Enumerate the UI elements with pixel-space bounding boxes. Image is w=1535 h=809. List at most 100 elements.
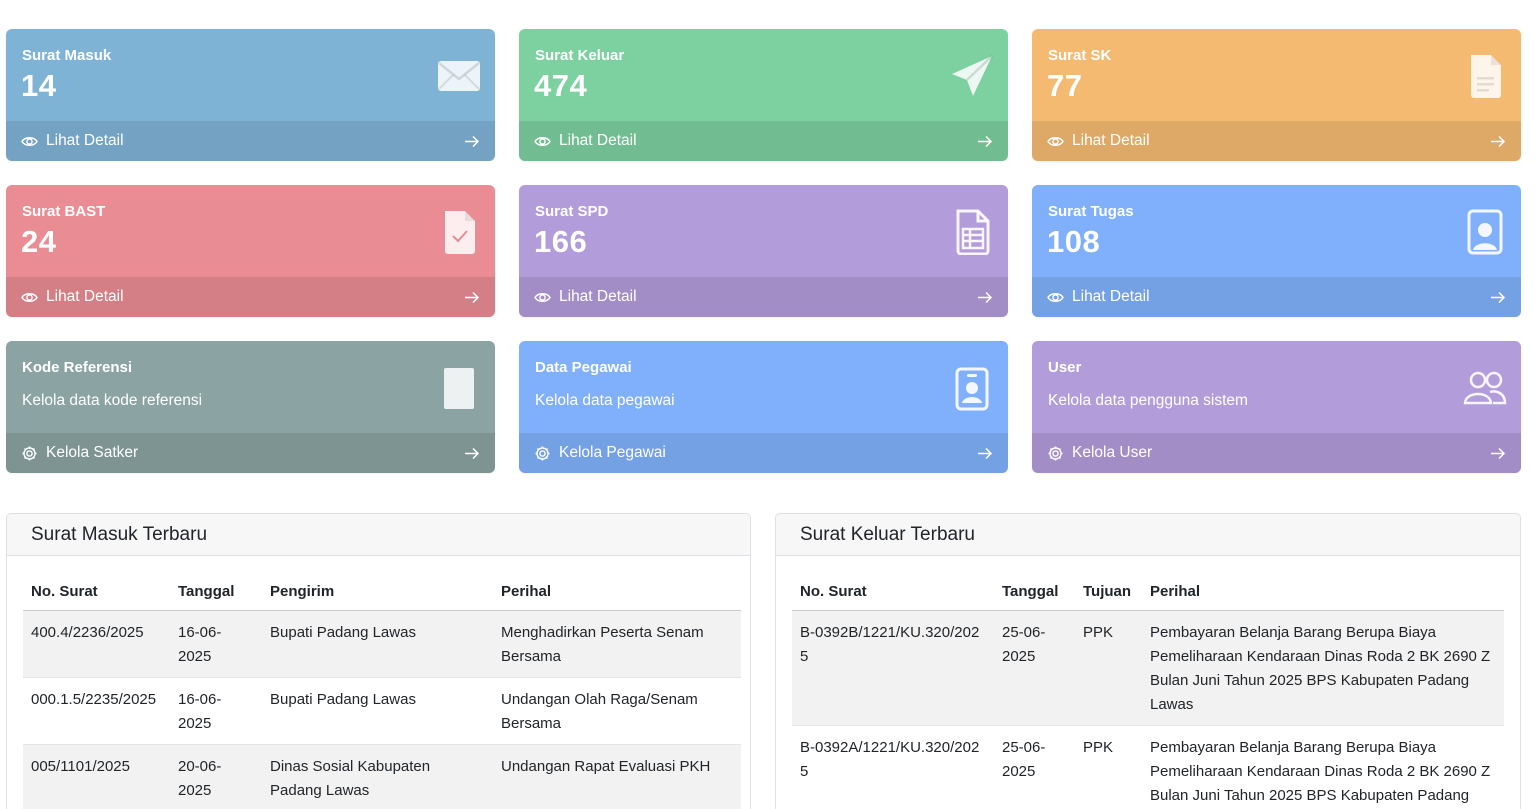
card-count: 166 xyxy=(534,224,588,259)
stat-card-surat-masuk: Surat Masuk 14 Lihat Detail xyxy=(6,29,495,161)
arrow-right-icon xyxy=(463,289,480,306)
letter-number-cell: B-0392A/1221/KU.320/2025 xyxy=(792,725,994,809)
eye-icon xyxy=(21,289,38,306)
incoming-letters-table: No. Surat Tanggal Pengirim Perihal 400.4… xyxy=(23,577,741,809)
sender-cell: Bupati Padang Lawas xyxy=(262,677,493,745)
column-header: Tanggal xyxy=(994,577,1075,611)
card-title: Surat SK xyxy=(1048,47,1112,64)
arrow-right-icon xyxy=(1489,445,1506,462)
card-footer-link[interactable]: Kelola User xyxy=(1032,433,1521,473)
table-header-row: No. Surat Tanggal Pengirim Perihal xyxy=(23,577,741,611)
card-footer-link[interactable]: Kelola Pegawai xyxy=(519,433,1008,473)
arrow-right-icon xyxy=(976,445,993,462)
file-person-icon xyxy=(1463,209,1507,255)
card-title: Surat Keluar xyxy=(535,47,625,64)
stat-card-surat-sk: Surat SK 77 Lihat Detail xyxy=(1032,29,1521,161)
card-footer-link[interactable]: Lihat Detail xyxy=(6,277,495,317)
column-header: Perihal xyxy=(493,577,741,611)
eye-icon xyxy=(534,133,551,150)
send-icon xyxy=(950,53,994,99)
card-footer-label: Lihat Detail xyxy=(1072,132,1150,149)
stat-card-surat-bast: Surat BAST 24 Lihat Detail xyxy=(6,185,495,317)
card-description: Kelola data kode referensi xyxy=(22,392,203,409)
subject-cell: Pembayaran Belanja Barang Berupa Biaya P… xyxy=(1142,725,1504,809)
gear-icon xyxy=(1047,445,1064,462)
card-footer-label: Lihat Detail xyxy=(46,132,124,149)
letter-number-cell: 005/1101/2025 xyxy=(23,744,170,809)
card-footer-label: Lihat Detail xyxy=(559,132,637,149)
card-footer-link[interactable]: Lihat Detail xyxy=(1032,121,1521,161)
card-title: Data Pegawai xyxy=(535,359,632,376)
table-row[interactable]: B-0392B/1221/KU.320/2025 25-06-2025 PPK … xyxy=(792,610,1504,726)
sender-cell: Dinas Sosial Kabupaten Padang Lawas xyxy=(262,744,493,809)
stat-card-user: User Kelola data pengguna sistem Kelola Us… xyxy=(1032,341,1521,473)
card-count: 14 xyxy=(21,68,57,103)
card-footer-link[interactable]: Lihat Detail xyxy=(6,121,495,161)
card-title: Surat Masuk xyxy=(22,47,112,64)
sender-cell: Bupati Padang Lawas xyxy=(262,610,493,678)
book-icon xyxy=(437,365,481,411)
file-spreadsheet-icon xyxy=(950,209,994,256)
stat-card-data-pegawai: Data Pegawai Kelola data pegawai Kelola Pe… xyxy=(519,341,1008,473)
subject-cell: Menghadirkan Peserta Senam Bersama xyxy=(493,610,741,678)
subject-cell: Pembayaran Belanja Barang Berupa Biaya P… xyxy=(1142,610,1504,726)
outgoing-letters-panel: Surat Keluar Terbaru No. Surat Tanggal T… xyxy=(775,513,1521,809)
stat-card-surat-tugas: Surat Tugas 108 Lihat Detail xyxy=(1032,185,1521,317)
card-title: User xyxy=(1048,359,1082,376)
stat-card-kode-referensi: Kode Referensi Kelola data kode referensi… xyxy=(6,341,495,473)
file-check-icon xyxy=(437,209,481,255)
arrow-right-icon xyxy=(463,445,480,462)
card-title: Surat Tugas xyxy=(1048,203,1134,220)
column-header: Tujuan xyxy=(1075,577,1142,611)
card-description: Kelola data pegawai xyxy=(535,392,675,409)
card-footer-link[interactable]: Kelola Satker xyxy=(6,433,495,473)
letter-number-cell: 400.4/2236/2025 xyxy=(23,610,170,678)
badge-icon xyxy=(950,365,994,411)
card-footer-label: Lihat Detail xyxy=(46,288,124,305)
card-footer-link[interactable]: Lihat Detail xyxy=(519,277,1008,317)
table-header-row: No. Surat Tanggal Tujuan Perihal xyxy=(792,577,1504,611)
card-count: 24 xyxy=(21,224,57,259)
card-body: Surat Keluar 474 xyxy=(519,29,1008,121)
card-count: 474 xyxy=(534,68,588,103)
card-count: 77 xyxy=(1047,68,1083,103)
card-body: Surat SK 77 xyxy=(1032,29,1521,121)
envelope-icon xyxy=(437,53,481,99)
eye-icon xyxy=(534,289,551,306)
gear-icon xyxy=(534,445,551,462)
card-footer-label: Kelola User xyxy=(1072,444,1153,461)
eye-icon xyxy=(21,133,38,150)
table-row[interactable]: B-0392A/1221/KU.320/2025 25-06-2025 PPK … xyxy=(792,725,1504,809)
date-cell: 20-06-2025 xyxy=(170,744,262,809)
arrow-right-icon xyxy=(976,289,993,306)
column-header: No. Surat xyxy=(792,577,994,611)
card-footer-link[interactable]: Lihat Detail xyxy=(519,121,1008,161)
subject-cell: Undangan Olah Raga/Senam Bersama xyxy=(493,677,741,745)
people-icon xyxy=(1463,365,1507,411)
recipient-cell: PPK xyxy=(1075,610,1142,726)
card-footer-label: Lihat Detail xyxy=(559,288,637,305)
table-row[interactable]: 005/1101/2025 20-06-2025 Dinas Sosial Ka… xyxy=(23,744,741,809)
stat-card-surat-keluar: Surat Keluar 474 Lihat Detail xyxy=(519,29,1008,161)
arrow-right-icon xyxy=(463,133,480,150)
date-cell: 25-06-2025 xyxy=(994,610,1075,726)
gear-icon xyxy=(21,445,38,462)
card-footer-label: Kelola Satker xyxy=(46,444,139,461)
date-cell: 25-06-2025 xyxy=(994,725,1075,809)
column-header: Perihal xyxy=(1142,577,1504,611)
column-header: Tanggal xyxy=(170,577,262,611)
card-description: Kelola data pengguna sistem xyxy=(1048,392,1248,409)
card-footer-label: Lihat Detail xyxy=(1072,288,1150,305)
card-footer-link[interactable]: Lihat Detail xyxy=(1032,277,1521,317)
column-header: Pengirim xyxy=(262,577,493,611)
arrow-right-icon xyxy=(1489,289,1506,306)
eye-icon xyxy=(1047,133,1064,150)
letter-number-cell: 000.1.5/2235/2025 xyxy=(23,677,170,745)
arrow-right-icon xyxy=(976,133,993,150)
table-row[interactable]: 400.4/2236/2025 16-06-2025 Bupati Padang… xyxy=(23,610,741,678)
card-title: Surat SPD xyxy=(535,203,609,220)
card-count: 108 xyxy=(1047,224,1101,259)
table-row[interactable]: 000.1.5/2235/2025 16-06-2025 Bupati Pada… xyxy=(23,677,741,745)
subject-cell: Undangan Rapat Evaluasi PKH xyxy=(493,744,741,809)
card-title: Surat BAST xyxy=(22,203,106,220)
